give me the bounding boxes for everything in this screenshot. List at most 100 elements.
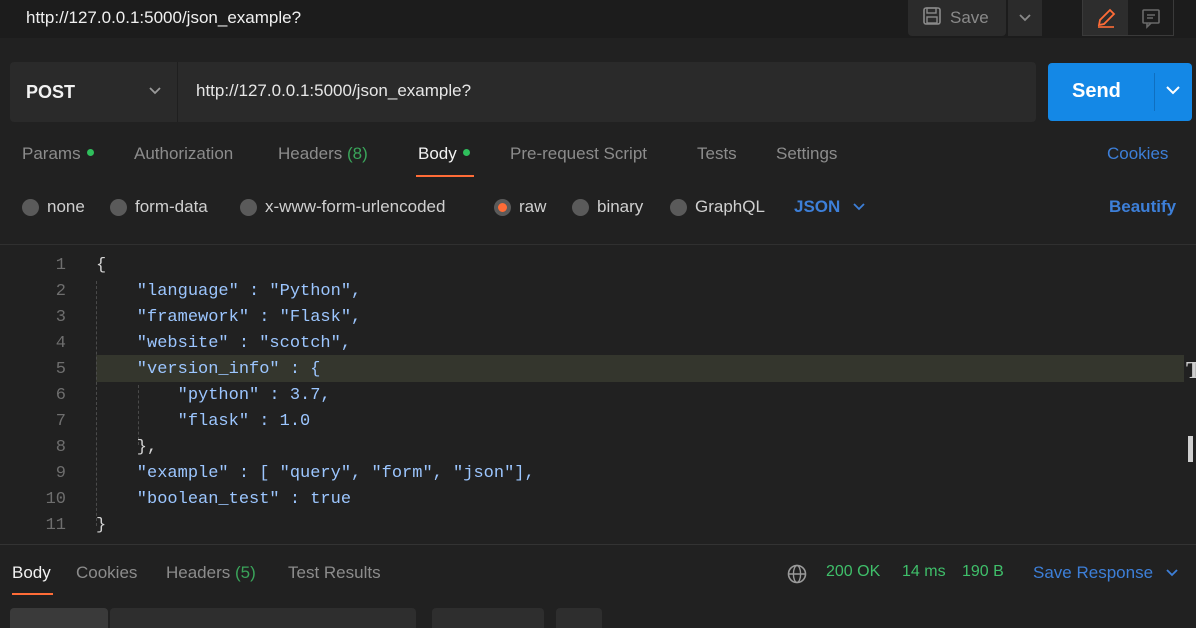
radio-none[interactable]: none bbox=[22, 197, 85, 217]
send-divider bbox=[1154, 73, 1155, 111]
request-bar: POST http://127.0.0.1:5000/json_example? bbox=[10, 62, 1036, 122]
tab-label: Tests bbox=[697, 144, 737, 163]
response-tab-test-results[interactable]: Test Results bbox=[288, 563, 381, 583]
radio-x-www-form-urlencoded[interactable]: x-www-form-urlencoded bbox=[240, 197, 445, 217]
beautify-button[interactable]: Beautify bbox=[1109, 197, 1176, 217]
radio-graphql[interactable]: GraphQL bbox=[670, 197, 765, 217]
tab-headers[interactable]: Headers (8) bbox=[278, 144, 368, 164]
code-line: } bbox=[96, 516, 107, 535]
code-line: "python" : 3.7, bbox=[96, 386, 331, 405]
code-line: "language" : "Python", bbox=[96, 282, 362, 301]
radio-label: x-www-form-urlencoded bbox=[265, 197, 446, 216]
body-format-label: JSON bbox=[794, 197, 841, 216]
radio-circle-selected bbox=[494, 198, 511, 216]
globe-icon[interactable] bbox=[786, 563, 808, 585]
radio-label: binary bbox=[597, 197, 644, 216]
send-button[interactable]: Send bbox=[1048, 63, 1192, 121]
radio-circle bbox=[572, 198, 589, 216]
response-time[interactable]: 14 ms bbox=[902, 563, 946, 581]
tab-settings[interactable]: Settings bbox=[776, 144, 837, 164]
editor-divider bbox=[0, 244, 1196, 245]
line-number: 6 bbox=[55, 386, 66, 405]
body-format-select[interactable]: JSON bbox=[794, 197, 866, 217]
method-label: POST bbox=[26, 81, 76, 102]
chevron-down-icon bbox=[1019, 14, 1031, 22]
code-line: "boolean_test" : true bbox=[96, 490, 352, 509]
code-line: { bbox=[96, 256, 107, 275]
radio-label: GraphQL bbox=[695, 197, 765, 216]
status-code[interactable]: 200 OK bbox=[826, 563, 880, 581]
view-option-pretty[interactable] bbox=[10, 608, 108, 628]
title-bar: http://127.0.0.1:5000/json_example? Save bbox=[0, 0, 1196, 38]
radio-form-data[interactable]: form-data bbox=[110, 197, 208, 217]
tab-params[interactable]: Params bbox=[22, 144, 94, 164]
response-tab-body[interactable]: Body bbox=[12, 563, 53, 595]
tab-label: Body bbox=[418, 144, 457, 163]
scrollbar-thumb[interactable] bbox=[1188, 436, 1193, 462]
save-options-button[interactable] bbox=[1008, 0, 1042, 36]
radio-label: raw bbox=[519, 197, 547, 216]
edit-mode-button[interactable] bbox=[1083, 0, 1128, 35]
chevron-down-icon[interactable] bbox=[1164, 81, 1182, 99]
radio-binary[interactable]: binary bbox=[572, 197, 643, 217]
code-line: "flask" : 1.0 bbox=[96, 412, 311, 431]
format-select[interactable] bbox=[432, 608, 544, 628]
line-number: 10 bbox=[45, 490, 66, 509]
tab-pre-request-script[interactable]: Pre-request Script bbox=[510, 144, 647, 164]
cookies-link[interactable]: Cookies bbox=[1107, 144, 1168, 164]
tab-count: (5) bbox=[235, 563, 256, 582]
tab-tests[interactable]: Tests bbox=[697, 144, 737, 164]
tab-label: Headers bbox=[278, 144, 343, 163]
request-title[interactable]: http://127.0.0.1:5000/json_example? bbox=[26, 8, 301, 28]
line-number: 3 bbox=[55, 308, 66, 327]
code-editor[interactable]: 1 2 3 4 5 6 7 8 9 10 11 { "language" : "… bbox=[10, 254, 1196, 538]
code-line: "example" : [ "query", "form", "json"], bbox=[96, 464, 535, 483]
tab-label: Body bbox=[12, 563, 51, 582]
line-number: 9 bbox=[55, 464, 66, 483]
method-select[interactable]: POST bbox=[10, 62, 178, 122]
tab-count: (8) bbox=[347, 144, 368, 163]
view-options-group[interactable] bbox=[110, 608, 416, 628]
code-line: "framework" : "Flask", bbox=[96, 308, 362, 327]
chevron-down-icon bbox=[853, 203, 865, 211]
line-number: 2 bbox=[55, 282, 66, 301]
chevron-down-icon bbox=[1166, 569, 1178, 577]
response-divider bbox=[0, 544, 1196, 545]
chevron-down-icon bbox=[149, 87, 161, 95]
send-label: Send bbox=[1072, 80, 1121, 102]
line-number: 7 bbox=[55, 412, 66, 431]
radio-label: form-data bbox=[135, 197, 208, 216]
response-tab-headers[interactable]: Headers (5) bbox=[166, 563, 256, 583]
status-dot bbox=[86, 149, 94, 156]
save-response-label: Save Response bbox=[1033, 563, 1154, 582]
save-icon bbox=[922, 6, 942, 31]
comments-button[interactable] bbox=[1128, 0, 1173, 35]
text-cursor-icon: T bbox=[1186, 358, 1196, 384]
url-input[interactable]: http://127.0.0.1:5000/json_example? bbox=[196, 81, 471, 101]
tab-body[interactable]: Body bbox=[416, 144, 474, 177]
line-number: 5 bbox=[55, 360, 66, 379]
line-number: 1 bbox=[55, 256, 66, 275]
status-dot bbox=[462, 149, 470, 156]
tab-label: Headers bbox=[166, 563, 231, 582]
code-line: }, bbox=[96, 438, 158, 457]
radio-circle bbox=[240, 198, 257, 216]
radio-raw[interactable]: raw bbox=[494, 197, 546, 217]
response-tab-cookies[interactable]: Cookies bbox=[76, 563, 137, 583]
response-size[interactable]: 190 B bbox=[962, 563, 1004, 581]
code-line: "version_info" : { bbox=[96, 360, 321, 379]
line-number: 8 bbox=[55, 438, 66, 457]
tab-label: Test Results bbox=[288, 563, 381, 582]
tab-authorization[interactable]: Authorization bbox=[134, 144, 233, 164]
tab-label: Settings bbox=[776, 144, 838, 163]
radio-circle bbox=[670, 198, 687, 216]
save-response-button[interactable]: Save Response bbox=[1033, 563, 1179, 583]
comment-icon bbox=[1141, 8, 1160, 29]
line-number: 4 bbox=[55, 334, 66, 353]
tab-label: Params bbox=[22, 144, 81, 163]
view-mode-toggle bbox=[1082, 0, 1174, 36]
tab-label: Cookies bbox=[76, 563, 138, 582]
wrap-toggle[interactable] bbox=[556, 608, 602, 628]
save-button[interactable]: Save bbox=[908, 0, 1006, 36]
tab-label: Pre-request Script bbox=[510, 144, 647, 163]
